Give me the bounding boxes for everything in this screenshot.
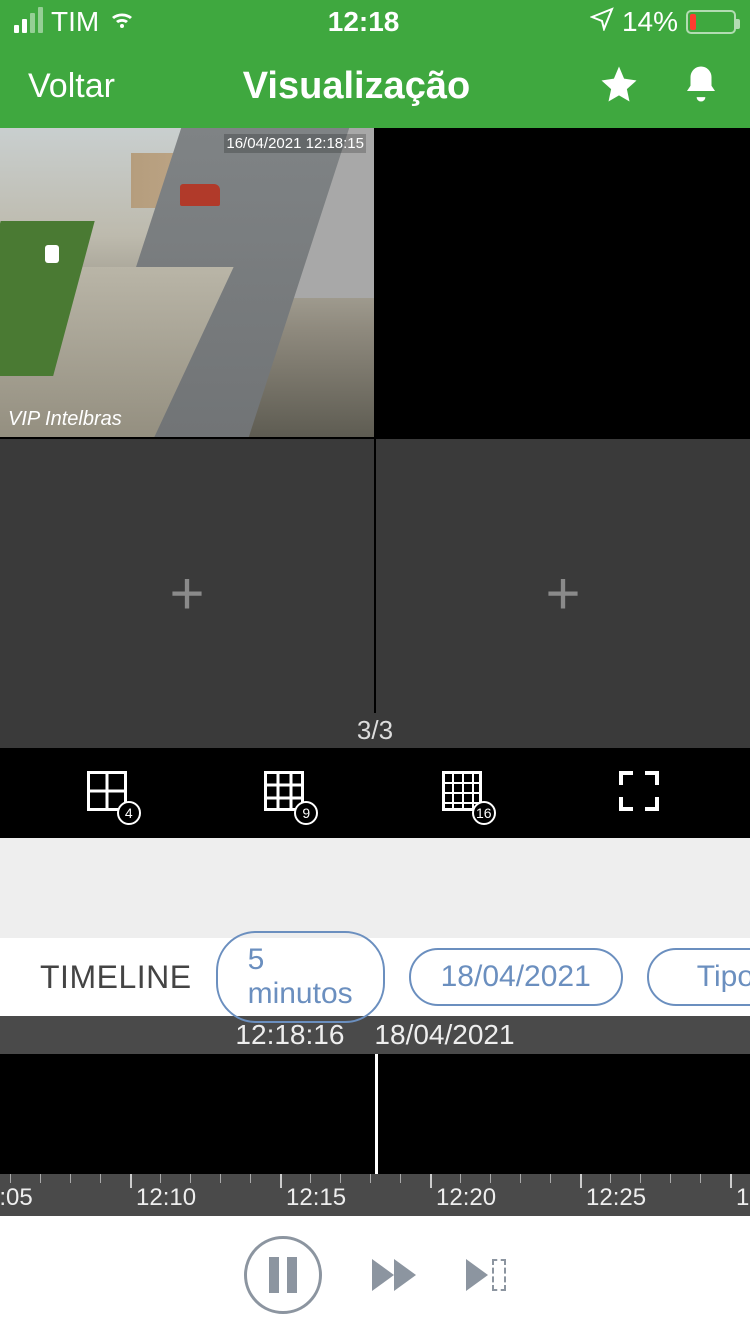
location-icon xyxy=(590,6,614,38)
tick-minor xyxy=(100,1174,101,1183)
tick-label: 12:15 xyxy=(286,1184,346,1212)
timeline-controls: TIMELINE 5 minutos 18/04/2021 Tipo xyxy=(0,938,750,1016)
playback-bar xyxy=(0,1216,750,1334)
layout-9-badge: 9 xyxy=(294,801,318,825)
timeline-ruler[interactable]: 2:05 12:10 12:15 12:20 12:25 12 xyxy=(0,1174,750,1216)
battery-icon xyxy=(686,10,736,34)
camera-feed-1[interactable]: 16/04/2021 12:18:15 VIP Intelbras xyxy=(0,128,374,437)
tick-minor xyxy=(190,1174,191,1183)
video-grid: 16/04/2021 12:18:15 VIP Intelbras + + 3/… xyxy=(0,128,750,748)
tick-minor xyxy=(460,1174,461,1183)
plus-icon: + xyxy=(545,559,580,628)
timeline-cursor xyxy=(375,1054,378,1174)
layout-bar: 4 9 16 xyxy=(0,748,750,838)
nav-bar: Voltar Visualização xyxy=(0,44,750,128)
tick-major xyxy=(580,1174,582,1188)
layout-16-button[interactable]: 16 xyxy=(442,771,486,815)
spacer xyxy=(0,838,750,938)
status-time: 12:18 xyxy=(328,6,400,38)
fullscreen-button[interactable] xyxy=(619,771,663,815)
layout-4-button[interactable]: 4 xyxy=(87,771,131,815)
date-button[interactable]: 18/04/2021 xyxy=(409,948,623,1006)
fast-forward-button[interactable] xyxy=(372,1259,416,1291)
tick-major xyxy=(130,1174,132,1188)
tick-label: 2:05 xyxy=(0,1184,33,1212)
page-title: Visualização xyxy=(243,65,470,108)
tick-major xyxy=(280,1174,282,1188)
tick-minor xyxy=(160,1174,161,1183)
range-button[interactable]: 5 minutos xyxy=(216,931,385,1023)
camera-timestamp: 16/04/2021 12:18:15 xyxy=(224,134,366,153)
tick-label: 12 xyxy=(736,1184,750,1212)
star-icon[interactable] xyxy=(598,63,640,110)
camera-label: VIP Intelbras xyxy=(8,408,122,431)
tick-minor xyxy=(340,1174,341,1183)
status-right: 14% xyxy=(590,6,736,38)
cursor-date: 18/04/2021 xyxy=(374,1019,514,1051)
tick-minor xyxy=(250,1174,251,1183)
tick-major xyxy=(730,1174,732,1188)
layout-4-badge: 4 xyxy=(117,801,141,825)
tick-minor xyxy=(40,1174,41,1183)
tick-minor xyxy=(370,1174,371,1183)
plus-icon: + xyxy=(169,559,204,628)
tick-label: 12:25 xyxy=(586,1184,646,1212)
timeline-head: 12:18:16 18/04/2021 xyxy=(0,1016,750,1054)
battery-pct: 14% xyxy=(622,6,678,38)
timeline-strip: 12:18:16 18/04/2021 2:05 12:10 12:15 12:20 1… xyxy=(0,1016,750,1216)
page-indicator: 3/3 xyxy=(347,713,403,748)
layout-9-button[interactable]: 9 xyxy=(264,771,308,815)
timeline-body[interactable] xyxy=(0,1054,750,1174)
tick-minor xyxy=(520,1174,521,1183)
wifi-icon xyxy=(107,6,137,38)
fullscreen-icon xyxy=(619,771,659,811)
tick-minor xyxy=(670,1174,671,1183)
cursor-time: 12:18:16 xyxy=(235,1019,344,1051)
pause-button[interactable] xyxy=(244,1236,322,1314)
tick-label: 12:20 xyxy=(436,1184,496,1212)
tick-minor xyxy=(550,1174,551,1183)
tick-minor xyxy=(610,1174,611,1183)
carrier-label: TIM xyxy=(51,6,99,38)
camera-slot-4[interactable]: + xyxy=(376,439,750,748)
tick-minor xyxy=(490,1174,491,1183)
tick-major xyxy=(430,1174,432,1188)
tick-minor xyxy=(640,1174,641,1183)
layout-16-badge: 16 xyxy=(472,801,496,825)
tick-minor xyxy=(10,1174,11,1183)
status-left: TIM xyxy=(14,6,137,38)
bell-icon[interactable] xyxy=(680,63,722,110)
tick-minor xyxy=(310,1174,311,1183)
step-forward-button[interactable] xyxy=(466,1259,506,1291)
back-button[interactable]: Voltar xyxy=(28,67,115,106)
status-bar: TIM 12:18 14% xyxy=(0,0,750,44)
tick-minor xyxy=(70,1174,71,1183)
camera-slot-2[interactable] xyxy=(376,128,750,437)
timeline-label: TIMELINE xyxy=(40,959,192,996)
camera-slot-3[interactable]: + xyxy=(0,439,374,748)
type-button[interactable]: Tipo xyxy=(647,948,750,1006)
signal-icon xyxy=(14,11,43,33)
tick-minor xyxy=(700,1174,701,1183)
tick-minor xyxy=(400,1174,401,1183)
tick-minor xyxy=(220,1174,221,1183)
tick-label: 12:10 xyxy=(136,1184,196,1212)
